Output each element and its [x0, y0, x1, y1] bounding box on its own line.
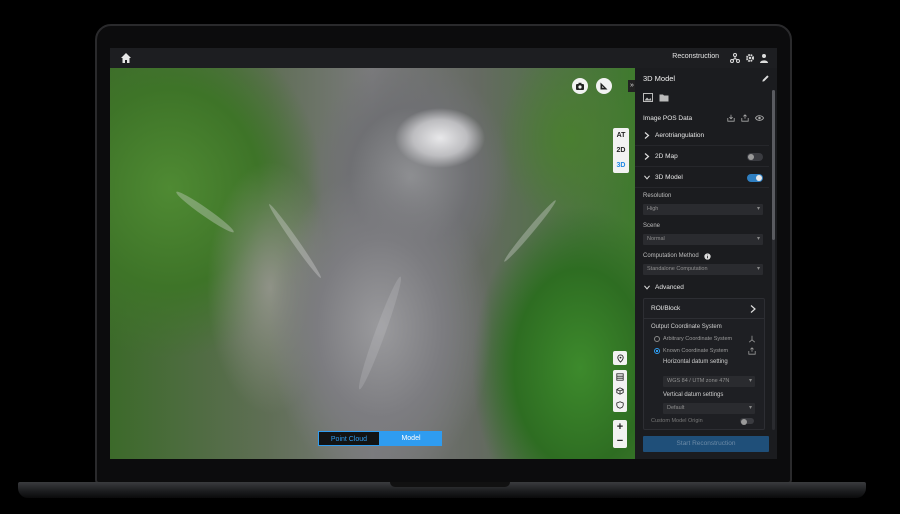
coordinate-axes-icon[interactable]: [748, 335, 756, 343]
known-coordinate-label: Known Coordinate System: [663, 348, 729, 354]
eye-icon[interactable]: [755, 114, 764, 122]
zoom-in-button[interactable]: +: [613, 420, 627, 434]
vertical-datum-label: Vertical datum settings: [663, 392, 724, 398]
start-reconstruction-button[interactable]: Start Reconstruction: [643, 436, 769, 452]
chevron-right-icon: [644, 153, 650, 160]
section-advanced[interactable]: Advanced: [635, 278, 769, 298]
terrain-ridge: [174, 188, 236, 236]
custom-origin-toggle[interactable]: [740, 418, 754, 425]
app-screen: Reconstruction » AT 2D 3D + − Point Clou…: [110, 48, 777, 459]
resolution-select[interactable]: High: [643, 204, 763, 215]
model-tab[interactable]: Model: [380, 431, 442, 446]
scene-select[interactable]: Normal: [643, 234, 763, 245]
laptop-notch: [390, 482, 510, 487]
image-pos-label: Image POS Data: [643, 115, 693, 122]
computation-method-select[interactable]: Standalone Computation: [643, 264, 763, 275]
computation-method-label: Computation Method: [643, 253, 699, 259]
view-mode-3d[interactable]: 3D: [613, 158, 629, 173]
section-aerotriangulation[interactable]: Aerotriangulation: [635, 126, 769, 146]
import-icon[interactable]: [727, 114, 735, 122]
3d-model-toggle[interactable]: [747, 174, 763, 182]
view-mode-2d[interactable]: 2D: [613, 143, 629, 158]
arbitrary-coordinate-radio[interactable]: [654, 336, 660, 342]
zoom-out-button[interactable]: −: [613, 434, 627, 448]
panel-toolbar: [643, 93, 669, 102]
view-tools: [613, 370, 627, 412]
3d-model-viewport[interactable]: » AT 2D 3D + − Point Cloud Model: [110, 68, 635, 459]
measure-button[interactable]: [596, 78, 612, 94]
export-icon[interactable]: [741, 114, 749, 122]
zoom-controls: + −: [613, 420, 627, 448]
section-3d-model[interactable]: 3D Model: [635, 168, 769, 188]
horizontal-datum-label: Horizontal datum setting: [663, 359, 728, 365]
vertical-datum-select[interactable]: Default: [663, 403, 755, 414]
render-mode-switch: Point Cloud Model: [318, 431, 442, 446]
cube-icon: [616, 387, 624, 395]
view-mode-toggle: AT 2D 3D: [613, 128, 629, 173]
chevron-right-icon[interactable]: [750, 305, 756, 313]
chevron-down-icon: [644, 175, 650, 180]
terrain-ridge: [354, 274, 406, 392]
shield-view-button[interactable]: [613, 398, 627, 412]
folder-icon[interactable]: [659, 93, 669, 102]
user-icon[interactable]: [759, 53, 769, 63]
terrain-ridge: [501, 198, 559, 264]
resolution-label: Resolution: [643, 193, 672, 199]
settings-panel: 3D Model Image POS Data Aerotriangulatio…: [635, 68, 777, 459]
arbitrary-coordinate-label: Arbitrary Coordinate System: [663, 336, 733, 342]
edit-icon[interactable]: [761, 74, 770, 83]
layers-icon: [616, 373, 624, 381]
camera-icon: [576, 82, 584, 90]
cube-view-button[interactable]: [613, 384, 627, 398]
info-icon[interactable]: [704, 253, 711, 260]
horizontal-datum-select[interactable]: WGS 84 / UTM zone 47N: [663, 376, 755, 387]
point-cloud-tab[interactable]: Point Cloud: [318, 431, 380, 446]
shield-icon: [616, 401, 624, 409]
view-mode-at[interactable]: AT: [613, 128, 629, 143]
ruler-triangle-icon: [600, 82, 608, 90]
upload-icon[interactable]: [748, 347, 756, 355]
geo-location-button[interactable]: [613, 351, 627, 365]
location-pin-icon: [616, 353, 624, 363]
network-icon[interactable]: [730, 53, 740, 63]
camera-button[interactable]: [572, 78, 588, 94]
divider: [644, 318, 764, 319]
roi-block-label: ROI/Block: [651, 305, 681, 312]
layers-button[interactable]: [613, 370, 627, 384]
output-coordinate-label: Output Coordinate System: [651, 324, 722, 330]
custom-origin-label: Custom Model Origin: [651, 418, 703, 424]
home-icon[interactable]: [120, 52, 132, 64]
collapse-panel-button[interactable]: »: [628, 80, 635, 92]
section-2d-map[interactable]: 2D Map: [635, 147, 769, 167]
panel-title: 3D Model: [643, 74, 676, 83]
terrain-ridge: [266, 202, 324, 280]
image-icon[interactable]: [643, 93, 653, 102]
gear-icon[interactable]: [745, 53, 755, 63]
top-bar: Reconstruction: [110, 48, 777, 68]
known-coordinate-radio[interactable]: [654, 348, 660, 354]
panel-scrollbar[interactable]: [772, 90, 775, 430]
page-title: Reconstruction: [672, 53, 719, 60]
advanced-settings-box: ROI/Block Output Coordinate System Arbit…: [643, 298, 765, 430]
2d-map-toggle[interactable]: [747, 153, 763, 161]
chevron-right-icon: [644, 132, 650, 139]
chevron-down-icon: [644, 285, 650, 290]
scene-label: Scene: [643, 223, 661, 229]
